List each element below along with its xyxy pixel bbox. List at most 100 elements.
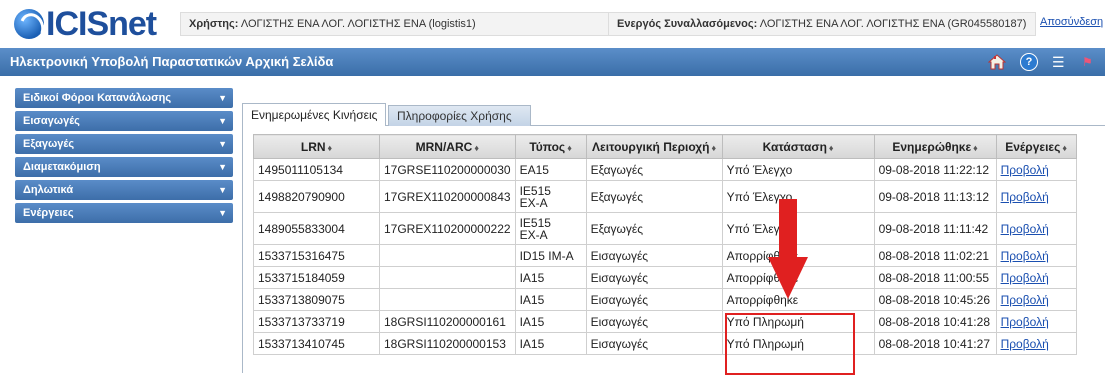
view-link[interactable]: Προβολή <box>1001 163 1049 177</box>
cell-area: Εξαγωγές <box>585 212 723 245</box>
home-icon[interactable] <box>987 53 1007 71</box>
page-title: Ηλεκτρονική Υποβολή Παραστατικών Αρχική … <box>10 54 334 69</box>
cell-mrn <box>379 244 516 267</box>
cell-mrn: 17GRSE110200000030 <box>379 158 516 181</box>
trader-label: Ενεργός Συναλλασόμενος: <box>617 18 758 30</box>
sort-icon: ♦ <box>567 142 572 153</box>
chevron-down-icon: ▼ <box>218 116 227 126</box>
cell-area: Εισαγωγές <box>585 310 723 333</box>
help-icon[interactable]: ? <box>1020 53 1038 71</box>
sidebar: Ειδικοί Φόροι Κατανάλωσης ▼ Εισαγωγές ▼ Εξ… <box>15 88 233 226</box>
sidebar-item-imports[interactable]: Εισαγωγές ▼ <box>15 111 233 131</box>
user-label: Χρήστης: <box>189 18 239 30</box>
column-header-type[interactable]: Τύπος ♦ <box>514 134 587 159</box>
column-header-label: MRN/ARC <box>415 139 473 154</box>
cell-lrn: 1533713410745 <box>253 332 380 355</box>
cell-action: Προβολή <box>995 212 1077 245</box>
icisnet-logo[interactable]: ICISnet <box>14 5 157 43</box>
cell-lrn: 1498820790900 <box>253 180 380 213</box>
cell-mrn: 17GREX110200000222 <box>379 212 516 245</box>
trader-value: ΛΟΓΙΣΤΗΣ ΕΝΑ ΛΟΓ. ΛΟΓΙΣΤΗΣ ΕΝΑ (GR045580… <box>759 18 1027 30</box>
column-header-area[interactable]: Λειτουργική Περιοχή ♦ <box>585 134 723 159</box>
cell-area: Εισαγωγές <box>585 266 723 289</box>
cell-lrn: 1533715316475 <box>253 244 380 267</box>
sidebar-item-label: Εξαγωγές <box>23 138 75 150</box>
cell-updated: 08-08-2018 11:00:55 <box>873 266 997 289</box>
column-header-lrn[interactable]: LRN ♦ <box>253 134 380 159</box>
title-bar: Ηλεκτρονική Υποβολή Παραστατικών Αρχική … <box>0 48 1105 76</box>
table-row: 1498820790900 17GREX110200000843 IE515 E… <box>253 180 1077 213</box>
cell-updated: 08-08-2018 10:41:28 <box>873 310 997 333</box>
view-link[interactable]: Προβολή <box>1001 271 1049 285</box>
view-link[interactable]: Προβολή <box>1001 293 1049 307</box>
top-bar: ICISnet Χρήστης: ΛΟΓΙΣΤΗΣ ΕΝΑ ΛΟΓ. ΛΟΓΙΣ… <box>0 0 1105 48</box>
cell-action: Προβολή <box>995 288 1077 311</box>
table-header-row: LRN ♦ MRN/ARC ♦ Τύπος ♦ Λειτουργική Περιοχή… <box>253 134 1077 159</box>
cell-mrn <box>379 266 516 289</box>
cell-area: Εισαγωγές <box>585 244 723 267</box>
cell-type: EA15 <box>514 158 587 181</box>
sidebar-item-excise[interactable]: Ειδικοί Φόροι Κατανάλωσης ▼ <box>15 88 233 108</box>
cell-lrn: 1495011105134 <box>253 158 380 181</box>
cell-type: IA15 <box>514 266 587 289</box>
cell-mrn: 17GREX110200000843 <box>379 180 516 213</box>
chevron-down-icon: ▼ <box>218 139 227 149</box>
table-row: 1533713733719 18GRSI110200000161 IA15 Ει… <box>253 310 1077 333</box>
sidebar-item-exports[interactable]: Εξαγωγές ▼ <box>15 134 233 154</box>
sort-icon: ♦ <box>327 142 333 153</box>
sort-icon: ♦ <box>828 142 834 153</box>
flag-icon[interactable]: ⚑ <box>1082 53 1100 71</box>
user-info: Χρήστης: ΛΟΓΙΣΤΗΣ ΕΝΑ ΛΟΓ. ΛΟΓΙΣΤΗΣ ΕΝΑ … <box>180 12 616 36</box>
table-row: 1533713809075 IA15 Εισαγωγές Απορρίφθηκε… <box>253 288 1077 311</box>
cell-type: IA15 <box>514 310 587 333</box>
sidebar-item-manifests[interactable]: Δηλωτικά ▼ <box>15 180 233 200</box>
cell-type: IE515 EX-A <box>514 180 587 213</box>
sidebar-item-transit[interactable]: Διαμετακόμιση ▼ <box>15 157 233 177</box>
column-header-label: Κατάσταση <box>762 139 827 154</box>
column-header-label: LRN <box>300 139 326 154</box>
sort-icon: ♦ <box>711 142 717 153</box>
view-link[interactable]: Προβολή <box>1001 249 1049 263</box>
tab-updated-movements[interactable]: Ενημερωμένες Κινήσεις <box>242 103 386 126</box>
user-value: ΛΟΓΙΣΤΗΣ ΕΝΑ ΛΟΓ. ΛΟΓΙΣΤΗΣ ΕΝΑ (logistis… <box>240 18 476 30</box>
logout-link[interactable]: Αποσύνδεση <box>1040 16 1103 28</box>
sidebar-item-label: Διαμετακόμιση <box>23 161 101 173</box>
cell-area: Εξαγωγές <box>585 180 723 213</box>
cell-action: Προβολή <box>995 332 1077 355</box>
cell-lrn: 1533713733719 <box>253 310 380 333</box>
column-header-updated[interactable]: Ενημερώθηκε ♦ <box>873 134 997 159</box>
cell-mrn: 18GRSI110200000161 <box>379 310 516 333</box>
chevron-down-icon: ▼ <box>218 208 227 218</box>
table-row: 1489055833004 17GREX110200000222 IE515 E… <box>253 212 1077 245</box>
column-header-actions[interactable]: Ενέργειες ♦ <box>995 134 1077 159</box>
red-arrow-annotation <box>768 199 808 299</box>
view-link[interactable]: Προβολή <box>1001 190 1049 204</box>
cell-updated: 09-08-2018 11:13:12 <box>873 180 997 213</box>
cell-action: Προβολή <box>995 266 1077 289</box>
sort-icon: ♦ <box>973 142 978 153</box>
view-link[interactable]: Προβολή <box>1001 337 1049 351</box>
sort-icon: ♦ <box>1062 142 1067 153</box>
cell-type-text: IE515 EX-A <box>519 215 551 242</box>
cell-action: Προβολή <box>995 158 1077 181</box>
cell-mrn <box>379 288 516 311</box>
column-header-mrn[interactable]: MRN/ARC ♦ <box>379 134 516 159</box>
cell-updated: 09-08-2018 11:11:42 <box>873 212 997 245</box>
column-header-label: Ενέργειες <box>1005 139 1061 154</box>
table-row: 1495011105134 17GRSE110200000030 EA15 Εξ… <box>253 158 1077 181</box>
tab-usage-info[interactable]: Πληροφορίες Χρήσης <box>388 105 531 126</box>
cell-updated: 08-08-2018 11:02:21 <box>873 244 997 267</box>
sidebar-item-actions[interactable]: Ενέργειες ▼ <box>15 203 233 223</box>
view-link[interactable]: Προβολή <box>1001 222 1049 236</box>
sort-icon: ♦ <box>474 142 479 153</box>
menu-icon[interactable]: ☰ <box>1052 53 1070 71</box>
cell-area: Εισαγωγές <box>585 288 723 311</box>
sidebar-item-label: Ειδικοί Φόροι Κατανάλωσης <box>23 92 172 104</box>
view-link[interactable]: Προβολή <box>1001 315 1049 329</box>
sidebar-item-label: Δηλωτικά <box>23 184 74 196</box>
column-header-label: Ενημερώθηκε <box>892 139 972 154</box>
cell-type: ID15 IM-A <box>514 244 587 267</box>
table-row: 1533713410745 18GRSI110200000153 IA15 Ει… <box>253 332 1077 355</box>
column-header-status[interactable]: Κατάσταση ♦ <box>721 134 875 159</box>
cell-type-text: IE515 EX-A <box>519 183 551 210</box>
